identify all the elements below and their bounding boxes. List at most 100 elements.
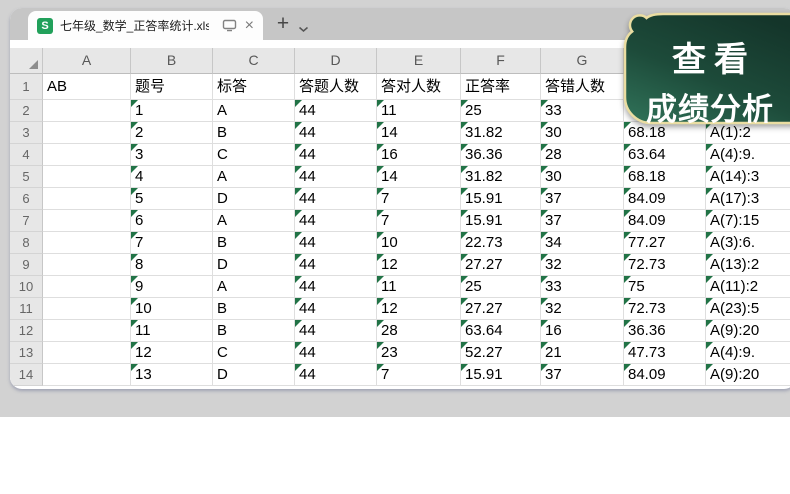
cell-E13[interactable]: 23 bbox=[377, 342, 461, 364]
cell-B7[interactable]: 6 bbox=[131, 210, 213, 232]
cell-F3[interactable]: 31.82 bbox=[461, 122, 541, 144]
cell-E6[interactable]: 7 bbox=[377, 188, 461, 210]
col-header-D[interactable]: D bbox=[295, 48, 377, 74]
cell-D1[interactable]: 答题人数 bbox=[295, 74, 377, 100]
cell-C14[interactable]: D bbox=[213, 364, 295, 386]
tab-list-chevron-down-icon[interactable] bbox=[298, 20, 309, 38]
cell-D4[interactable]: 44 bbox=[295, 144, 377, 166]
cell-H14[interactable]: 84.09 bbox=[624, 364, 706, 386]
cell-A4[interactable] bbox=[43, 144, 131, 166]
cell-B8[interactable]: 7 bbox=[131, 232, 213, 254]
cell-G7[interactable]: 37 bbox=[541, 210, 624, 232]
col-header-B[interactable]: B bbox=[131, 48, 213, 74]
cell-A3[interactable] bbox=[43, 122, 131, 144]
cell-H8[interactable]: 77.27 bbox=[624, 232, 706, 254]
close-tab-icon[interactable]: × bbox=[245, 18, 254, 34]
cell-G2[interactable]: 33 bbox=[541, 100, 624, 122]
cell-B1[interactable]: 题号 bbox=[131, 74, 213, 100]
row-header-2[interactable]: 2 bbox=[10, 100, 43, 122]
cell-G10[interactable]: 33 bbox=[541, 276, 624, 298]
cell-D10[interactable]: 44 bbox=[295, 276, 377, 298]
cell-D3[interactable]: 44 bbox=[295, 122, 377, 144]
display-icon[interactable] bbox=[222, 19, 237, 32]
cell-F7[interactable]: 15.91 bbox=[461, 210, 541, 232]
cell-F2[interactable]: 25 bbox=[461, 100, 541, 122]
cell-G11[interactable]: 32 bbox=[541, 298, 624, 320]
cell-A1[interactable]: AB bbox=[43, 74, 131, 100]
cell-G3[interactable]: 30 bbox=[541, 122, 624, 144]
cell-A12[interactable] bbox=[43, 320, 131, 342]
new-tab-button[interactable]: + bbox=[273, 9, 293, 39]
select-all-corner[interactable] bbox=[10, 48, 43, 74]
cell-C1[interactable]: 标答 bbox=[213, 74, 295, 100]
cell-H6[interactable]: 84.09 bbox=[624, 188, 706, 210]
cell-I11[interactable]: A(23):5 bbox=[706, 298, 790, 320]
cell-C11[interactable]: B bbox=[213, 298, 295, 320]
cell-A9[interactable] bbox=[43, 254, 131, 276]
cell-B4[interactable]: 3 bbox=[131, 144, 213, 166]
cell-I10[interactable]: A(11):2 bbox=[706, 276, 790, 298]
row-header-12[interactable]: 12 bbox=[10, 320, 43, 342]
cell-E7[interactable]: 7 bbox=[377, 210, 461, 232]
cell-G5[interactable]: 30 bbox=[541, 166, 624, 188]
cell-E5[interactable]: 14 bbox=[377, 166, 461, 188]
cell-F4[interactable]: 36.36 bbox=[461, 144, 541, 166]
cell-B12[interactable]: 11 bbox=[131, 320, 213, 342]
cell-D2[interactable]: 44 bbox=[295, 100, 377, 122]
cell-D11[interactable]: 44 bbox=[295, 298, 377, 320]
cell-C13[interactable]: C bbox=[213, 342, 295, 364]
cell-I12[interactable]: A(9):20 bbox=[706, 320, 790, 342]
cell-G1[interactable]: 答错人数 bbox=[541, 74, 624, 100]
row-header-7[interactable]: 7 bbox=[10, 210, 43, 232]
cell-D8[interactable]: 44 bbox=[295, 232, 377, 254]
cell-H10[interactable]: 75 bbox=[624, 276, 706, 298]
cell-H9[interactable]: 72.73 bbox=[624, 254, 706, 276]
cell-H13[interactable]: 47.73 bbox=[624, 342, 706, 364]
cell-G8[interactable]: 34 bbox=[541, 232, 624, 254]
cell-D9[interactable]: 44 bbox=[295, 254, 377, 276]
cell-E9[interactable]: 12 bbox=[377, 254, 461, 276]
cell-C8[interactable]: B bbox=[213, 232, 295, 254]
row-header-13[interactable]: 13 bbox=[10, 342, 43, 364]
cell-D5[interactable]: 44 bbox=[295, 166, 377, 188]
cell-I8[interactable]: A(3):6. bbox=[706, 232, 790, 254]
cell-I13[interactable]: A(4):9. bbox=[706, 342, 790, 364]
cell-E4[interactable]: 16 bbox=[377, 144, 461, 166]
cell-A5[interactable] bbox=[43, 166, 131, 188]
col-header-G[interactable]: G bbox=[541, 48, 624, 74]
cell-B14[interactable]: 13 bbox=[131, 364, 213, 386]
cell-B5[interactable]: 4 bbox=[131, 166, 213, 188]
cell-E12[interactable]: 28 bbox=[377, 320, 461, 342]
cell-C12[interactable]: B bbox=[213, 320, 295, 342]
cell-A6[interactable] bbox=[43, 188, 131, 210]
cell-D6[interactable]: 44 bbox=[295, 188, 377, 210]
cell-A11[interactable] bbox=[43, 298, 131, 320]
cell-I5[interactable]: A(14):3 bbox=[706, 166, 790, 188]
cell-A7[interactable] bbox=[43, 210, 131, 232]
row-header-8[interactable]: 8 bbox=[10, 232, 43, 254]
cell-F10[interactable]: 25 bbox=[461, 276, 541, 298]
cell-B10[interactable]: 9 bbox=[131, 276, 213, 298]
cell-I9[interactable]: A(13):2 bbox=[706, 254, 790, 276]
cell-F11[interactable]: 27.27 bbox=[461, 298, 541, 320]
cell-H12[interactable]: 36.36 bbox=[624, 320, 706, 342]
cell-I4[interactable]: A(4):9. bbox=[706, 144, 790, 166]
cell-I6[interactable]: A(17):3 bbox=[706, 188, 790, 210]
cell-H5[interactable]: 68.18 bbox=[624, 166, 706, 188]
row-header-6[interactable]: 6 bbox=[10, 188, 43, 210]
row-header-10[interactable]: 10 bbox=[10, 276, 43, 298]
cell-C6[interactable]: D bbox=[213, 188, 295, 210]
cell-F6[interactable]: 15.91 bbox=[461, 188, 541, 210]
cell-B3[interactable]: 2 bbox=[131, 122, 213, 144]
row-header-14[interactable]: 14 bbox=[10, 364, 43, 386]
cell-F9[interactable]: 27.27 bbox=[461, 254, 541, 276]
cell-F14[interactable]: 15.91 bbox=[461, 364, 541, 386]
cell-F13[interactable]: 52.27 bbox=[461, 342, 541, 364]
cell-B2[interactable]: 1 bbox=[131, 100, 213, 122]
cell-G4[interactable]: 28 bbox=[541, 144, 624, 166]
cell-G6[interactable]: 37 bbox=[541, 188, 624, 210]
cell-E11[interactable]: 12 bbox=[377, 298, 461, 320]
cell-C3[interactable]: B bbox=[213, 122, 295, 144]
col-header-A[interactable]: A bbox=[43, 48, 131, 74]
cell-E8[interactable]: 10 bbox=[377, 232, 461, 254]
